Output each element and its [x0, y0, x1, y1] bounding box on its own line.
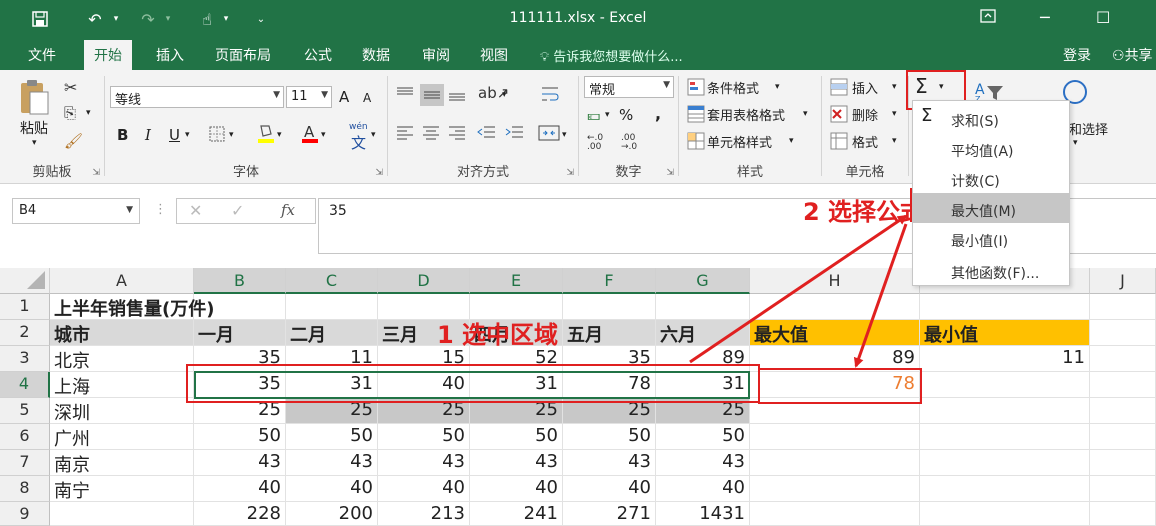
- menu-item-average[interactable]: 平均值(A): [913, 133, 1069, 163]
- sigma-icon: Σ: [921, 105, 933, 126]
- menu-item-label: 计数(C): [951, 174, 1000, 190]
- menu-item-max[interactable]: 最大值(M): [913, 193, 1069, 223]
- menu-item-sum[interactable]: Σ 求和(S): [913, 103, 1069, 133]
- autosum-menu: Σ 求和(S) 平均值(A) 计数(C) 最大值(M) 最小值(I) 其他函数(…: [912, 100, 1070, 286]
- menu-item-more-functions[interactable]: 其他函数(F)...: [913, 255, 1069, 285]
- arrow-to-menu: [689, 214, 908, 364]
- menu-item-min[interactable]: 最小值(I): [913, 223, 1069, 253]
- menu-item-label: 最大值(M): [951, 204, 1017, 220]
- menu-item-label: 平均值(A): [951, 144, 1014, 160]
- menu-item-label: 最小值(I): [951, 234, 1009, 250]
- menu-item-label: 其他函数(F)...: [951, 266, 1040, 282]
- menu-item-label: 求和(S): [951, 114, 999, 130]
- menu-item-count[interactable]: 计数(C): [913, 163, 1069, 193]
